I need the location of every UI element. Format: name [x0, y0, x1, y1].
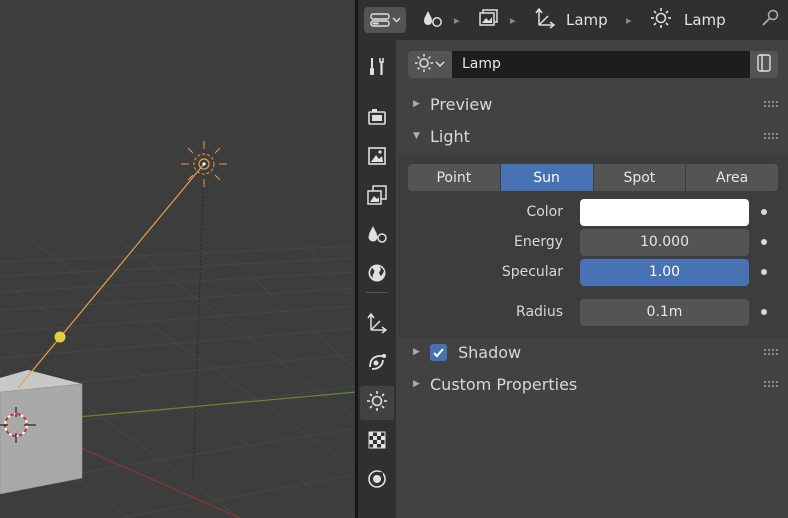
energy-field[interactable]: 10.000 — [580, 229, 749, 256]
breadcrumb-object[interactable]: Lamp — [534, 0, 608, 40]
breadcrumb-object-data[interactable] — [422, 0, 444, 40]
collapsed-arrow-icon: ▶ — [413, 347, 420, 357]
viewport-scene — [0, 141, 357, 518]
camera-back-icon — [366, 106, 388, 132]
color-swatch[interactable] — [580, 199, 749, 226]
panel-shadow-header[interactable]: ▶ Shadow — [398, 337, 788, 367]
chevron-down-icon — [434, 57, 446, 73]
light-type-spot[interactable]: Spot — [593, 164, 687, 191]
fake-user-icon — [755, 53, 773, 77]
panel-custom-properties-header[interactable]: ▶ Custom Properties — [398, 369, 788, 399]
3d-viewport[interactable] — [0, 0, 357, 518]
breadcrumb-separator: ▸ — [454, 14, 460, 27]
sun-direction-handle[interactable] — [54, 331, 66, 343]
specular-label: Specular — [501, 264, 563, 280]
drag-grip-icon[interactable] — [764, 349, 778, 355]
light-type-area[interactable]: Area — [686, 164, 778, 191]
light-type-selector: Point Sun Spot Area — [408, 164, 778, 191]
light-name-field[interactable]: Lamp — [452, 51, 750, 78]
browse-light-button[interactable] — [408, 51, 452, 78]
panel-preview-header[interactable]: ▶ Preview — [398, 89, 788, 119]
editor-type-button[interactable] — [364, 7, 406, 33]
sun-lamp-object[interactable] — [181, 141, 227, 187]
sun-lamp-icon — [650, 7, 672, 33]
tab-render[interactable] — [360, 102, 394, 136]
breadcrumb-separator: ▸ — [510, 14, 516, 27]
tab-texture[interactable] — [360, 425, 394, 459]
axes-object-icon — [366, 312, 388, 338]
object-data-icon — [422, 8, 444, 32]
keyframe-dot-icon[interactable] — [761, 209, 767, 215]
pin-icon — [760, 8, 780, 32]
panel-preview-title: Preview — [430, 94, 493, 114]
tab-separator — [366, 292, 388, 293]
panel-custom-properties-title: Custom Properties — [430, 374, 578, 394]
fake-user-button[interactable] — [750, 51, 778, 78]
light-datablock-selector: Lamp — [408, 51, 778, 78]
cube-object[interactable] — [0, 370, 83, 495]
energy-row: Energy 10.000 — [398, 229, 788, 256]
keyframe-dot-icon[interactable] — [761, 269, 767, 275]
breadcrumb-separator: ▸ — [626, 14, 632, 27]
collapsed-arrow-icon: ▶ — [413, 99, 420, 109]
lamp-ground-line — [192, 163, 205, 479]
tab-physics[interactable] — [360, 464, 394, 498]
axes-object-icon — [534, 7, 556, 33]
light-type-sun[interactable]: Sun — [500, 164, 594, 191]
color-row: Color — [398, 199, 788, 226]
breadcrumb-object-label: Lamp — [566, 11, 608, 29]
panel-shadow-title: Shadow — [458, 342, 522, 362]
drag-grip-icon[interactable] — [764, 133, 778, 139]
drag-grip-icon[interactable] — [764, 381, 778, 387]
specular-slider[interactable]: 1.00 — [580, 259, 749, 286]
pin-button[interactable] — [760, 0, 780, 40]
image-icon — [366, 145, 388, 171]
constraint-icon — [366, 351, 388, 377]
radius-label: Radius — [516, 304, 563, 320]
tab-constraints[interactable] — [360, 347, 394, 381]
expanded-arrow-icon: ▼ — [413, 131, 420, 141]
tab-scene[interactable] — [360, 219, 394, 253]
scene-icon — [478, 8, 500, 32]
checkerboard-icon — [366, 429, 388, 455]
globe-icon — [366, 262, 388, 288]
panel-light-title: Light — [430, 126, 470, 146]
energy-label: Energy — [513, 234, 563, 250]
tab-tool[interactable] — [360, 51, 394, 85]
breadcrumb-light-label: Lamp — [684, 11, 726, 29]
properties-main: Lamp ▶ Preview ▼ Light Point Sun Spot Ar… — [398, 40, 788, 518]
keyframe-dot-icon[interactable] — [761, 239, 767, 245]
properties-editor: ▸ ▸ Lamp ▸ Lamp Lamp ▶ Preview ▼ Light P… — [358, 0, 788, 518]
sun-lamp-icon — [366, 390, 388, 416]
scene-shapes-icon — [366, 223, 388, 249]
tab-view-layer[interactable] — [360, 180, 394, 214]
properties-header: ▸ ▸ Lamp ▸ Lamp — [358, 0, 788, 40]
checkmark-icon — [433, 348, 444, 358]
sun-lamp-icon — [414, 53, 434, 77]
tab-light-data[interactable] — [360, 386, 394, 420]
wrench-screwdriver-icon — [366, 55, 388, 81]
panel-light-header[interactable]: ▼ Light — [398, 121, 788, 151]
radius-row: Radius 0.1m — [398, 299, 788, 326]
tab-world[interactable] — [360, 258, 394, 292]
keyframe-dot-icon[interactable] — [761, 309, 767, 315]
panel-light-body: Point Sun Spot Area Color Energy 10.000 … — [398, 153, 788, 338]
physics-icon — [366, 468, 388, 494]
breadcrumb-light[interactable]: Lamp — [650, 0, 726, 40]
tab-output[interactable] — [360, 141, 394, 175]
light-type-point[interactable]: Point — [408, 164, 501, 191]
breadcrumb-scene[interactable] — [478, 0, 500, 40]
color-label: Color — [526, 204, 563, 220]
tab-object[interactable] — [360, 308, 394, 342]
specular-row: Specular 1.00 — [398, 259, 788, 286]
drag-grip-icon[interactable] — [764, 101, 778, 107]
shadow-checkbox[interactable] — [430, 344, 447, 361]
properties-tabs — [358, 40, 396, 518]
collapsed-arrow-icon: ▶ — [413, 379, 420, 389]
image-stack-icon — [366, 184, 388, 210]
radius-field[interactable]: 0.1m — [580, 299, 749, 326]
